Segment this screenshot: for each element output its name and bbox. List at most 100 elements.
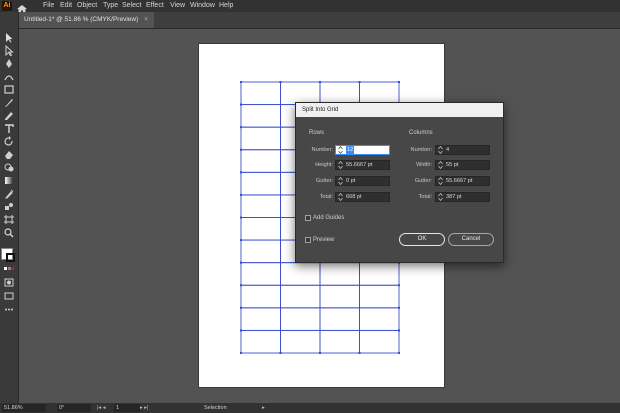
screen-mode-icon[interactable] — [3, 290, 15, 301]
columns-gutter-input[interactable]: 55.6667 pt — [435, 176, 490, 186]
pen-tool-icon[interactable] — [3, 58, 15, 69]
anchor-point[interactable] — [358, 352, 361, 354]
anchor-point[interactable] — [240, 352, 242, 354]
type-tool-icon[interactable] — [3, 123, 15, 134]
stepper-icon[interactable] — [338, 193, 343, 201]
anchor-point[interactable] — [319, 81, 321, 83]
stroke-color-swatch[interactable] — [6, 253, 15, 262]
anchor-point[interactable] — [398, 306, 400, 309]
grid-cell[interactable] — [359, 329, 400, 354]
menu-file[interactable]: File — [43, 1, 54, 11]
columns-width-input[interactable]: 55 pt — [435, 160, 490, 170]
grid-cell[interactable] — [240, 217, 281, 241]
anchor-point[interactable] — [240, 329, 242, 332]
artboard-nav-arrows-icon[interactable]: |◂ ◂ — [97, 404, 105, 412]
ok-button[interactable]: OK — [399, 233, 445, 246]
grid-cell[interactable] — [240, 104, 281, 128]
anchor-point[interactable] — [240, 148, 242, 151]
menu-effect[interactable]: Effect — [146, 1, 164, 11]
add-guides-checkbox[interactable] — [305, 215, 311, 221]
anchor-point[interactable] — [240, 193, 242, 196]
home-icon[interactable] — [16, 1, 28, 13]
anchor-point[interactable] — [319, 352, 321, 354]
artboard-tool-icon[interactable] — [3, 214, 15, 225]
anchor-point[interactable] — [240, 171, 242, 174]
menu-help[interactable]: Help — [219, 1, 233, 11]
brush-tool-icon[interactable] — [3, 97, 15, 108]
anchor-point[interactable] — [398, 352, 400, 354]
zoom-level-field[interactable]: 51.86% — [2, 404, 46, 412]
grid-cell[interactable] — [319, 307, 360, 331]
columns-total-input[interactable]: 387 pt — [435, 192, 490, 202]
anchor-point[interactable] — [398, 81, 400, 83]
grid-cell[interactable] — [359, 284, 400, 309]
anchor-point[interactable] — [279, 352, 282, 354]
grid-cell[interactable] — [240, 262, 281, 286]
grid-cell[interactable] — [319, 262, 360, 286]
anchor-point[interactable] — [279, 81, 282, 83]
zoom-tool-icon[interactable] — [3, 227, 15, 238]
menu-object[interactable]: Object — [77, 1, 97, 11]
anchor-point[interactable] — [398, 284, 400, 287]
cancel-button[interactable]: Cancel — [448, 233, 494, 246]
document-tab[interactable]: Untitled-1* @ 51.86 % (CMYK/Preview) × — [18, 12, 155, 28]
rotate-tool-icon[interactable] — [3, 136, 15, 147]
grid-cell[interactable] — [319, 284, 360, 309]
rows-number-input[interactable]: 12 — [335, 145, 390, 155]
grid-cell[interactable] — [240, 171, 281, 196]
anchor-point[interactable] — [240, 216, 242, 219]
gradient-tool-icon[interactable] — [3, 175, 15, 186]
grid-cell[interactable] — [240, 329, 281, 354]
anchor-point[interactable] — [240, 284, 242, 287]
rectangle-tool-icon[interactable] — [3, 84, 15, 95]
grid-cell[interactable] — [319, 329, 360, 354]
anchor-point[interactable] — [240, 261, 242, 264]
grid-cell[interactable] — [359, 262, 400, 286]
grid-cell[interactable] — [359, 307, 400, 331]
preview-checkbox[interactable] — [305, 237, 311, 243]
more-tools-icon[interactable] — [3, 304, 15, 315]
grid-cell[interactable] — [240, 149, 281, 173]
anchor-point[interactable] — [240, 103, 242, 106]
grid-cell[interactable] — [280, 262, 321, 286]
pencil-tool-icon[interactable] — [3, 110, 15, 121]
stepper-icon[interactable] — [338, 177, 343, 185]
color-modes-icon[interactable] — [3, 264, 15, 275]
grid-cell[interactable] — [240, 239, 281, 264]
stepper-icon[interactable] — [438, 161, 443, 169]
status-menu-arrow-icon[interactable]: ▸ — [262, 404, 265, 412]
eraser-tool-icon[interactable] — [3, 149, 15, 160]
anchor-point[interactable] — [358, 81, 361, 83]
menu-window[interactable]: Window — [190, 1, 215, 11]
rotation-field[interactable]: 0° — [57, 404, 91, 412]
anchor-point[interactable] — [240, 81, 242, 83]
grid-cell[interactable] — [280, 329, 321, 354]
grid-cell[interactable] — [240, 284, 281, 309]
grid-cell[interactable] — [280, 284, 321, 309]
stepper-icon[interactable] — [438, 177, 443, 185]
curvature-tool-icon[interactable] — [3, 71, 15, 82]
grid-cell[interactable] — [240, 81, 281, 106]
grid-cell[interactable] — [240, 194, 281, 218]
menu-view[interactable]: View — [170, 1, 185, 11]
anchor-point[interactable] — [240, 306, 242, 309]
columns-number-input[interactable]: 4 — [435, 145, 490, 155]
close-tab-icon[interactable]: × — [144, 16, 148, 23]
draw-mode-icon[interactable] — [3, 277, 15, 288]
blend-tool-icon[interactable] — [3, 201, 15, 212]
selection-tool-icon[interactable] — [3, 32, 15, 43]
rows-gutter-input[interactable]: 0 pt — [335, 176, 390, 186]
artboard-number-field[interactable]: 1 — [114, 404, 140, 412]
stepper-icon[interactable] — [338, 146, 343, 154]
grid-cell[interactable] — [240, 307, 281, 331]
stepper-icon[interactable] — [438, 146, 443, 154]
shape-builder-tool-icon[interactable] — [3, 162, 15, 173]
menu-edit[interactable]: Edit — [60, 1, 72, 11]
rows-height-input[interactable]: 55.6667 pt — [335, 160, 390, 170]
eyedropper-tool-icon[interactable] — [3, 188, 15, 199]
stepper-icon[interactable] — [438, 193, 443, 201]
anchor-point[interactable] — [398, 329, 400, 332]
menu-select[interactable]: Select — [122, 1, 141, 11]
artboard-next-arrows-icon[interactable]: ▸ ▸| — [140, 404, 148, 412]
anchor-point[interactable] — [240, 239, 242, 242]
